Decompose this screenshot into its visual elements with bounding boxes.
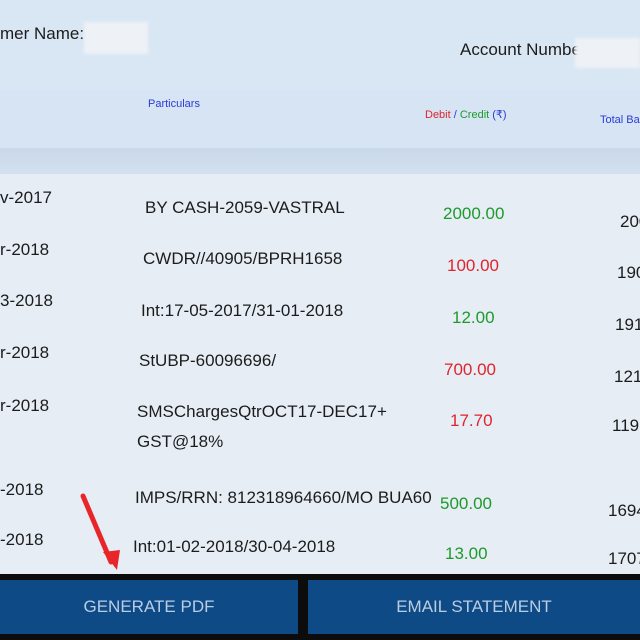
header-total-balance: Total Balan: [600, 114, 640, 126]
row-date: r-2018: [0, 343, 50, 362]
header-debit-credit: Debit / Credit (₹): [425, 108, 507, 121]
row-amount: 700.00: [444, 360, 496, 379]
row-amount: 500.00: [440, 494, 492, 513]
row-particulars: IMPS/RRN: 812318964660/MO BUA60: [135, 488, 432, 507]
row-date: -2018: [0, 480, 44, 499]
row-balance: 200: [620, 212, 640, 231]
row-particulars: Int:17-05-2017/31-01-2018: [141, 301, 344, 320]
row-date: r-2018: [0, 240, 50, 259]
row-amount: 17.70: [450, 411, 493, 430]
row-particulars: Int:01-02-2018/30-04-2018: [133, 537, 336, 556]
header-credit: Credit: [459, 109, 490, 121]
row-amount: 12.00: [452, 308, 495, 327]
red-arrow-annotation-icon: [80, 493, 120, 570]
header-particulars: Particulars: [148, 98, 200, 110]
row-balance: 1707: [608, 549, 640, 568]
row-date: r-2018: [0, 396, 50, 415]
row-amount: 2000.00: [443, 204, 505, 223]
row-balance: 1212: [614, 367, 640, 386]
row-date: -2018: [0, 530, 44, 549]
row-particulars: BY CASH-2059-VASTRAL: [145, 198, 345, 217]
row-balance: 1694: [608, 501, 640, 520]
row-date: v-2017: [0, 188, 52, 207]
row-particulars: CWDR//40905/BPRH1658: [143, 249, 343, 268]
statement-screen: mer Name: A Account Number: 2( Particula…: [0, 0, 640, 640]
column-header-row: Particulars Debit / Credit (₹) Total Bal…: [0, 90, 640, 149]
action-bar: GENERATE PDF EMAIL STATEMENT: [0, 574, 640, 640]
customer-name-redacted: [84, 22, 148, 54]
row-particulars-line2: GST@18%: [137, 432, 224, 451]
header-currency: (₹): [489, 109, 507, 121]
row-particulars: StUBP-60096696/: [139, 351, 277, 370]
row-balance: 1912: [615, 315, 640, 334]
row-amount: 100.00: [447, 256, 499, 275]
header-debit: Debit: [425, 109, 451, 121]
generate-pdf-button[interactable]: GENERATE PDF: [0, 580, 298, 634]
account-number-redacted: [575, 38, 640, 68]
row-amount: 13.00: [445, 544, 488, 563]
row-balance: 119: [612, 416, 640, 435]
row-particulars: SMSChargesQtrOCT17-DEC17+: [137, 402, 387, 421]
header-shadow: [0, 148, 640, 174]
row-balance: 190: [617, 263, 640, 282]
email-statement-button[interactable]: EMAIL STATEMENT: [308, 580, 640, 634]
account-info-bar: mer Name: A Account Number: 2(: [0, 0, 640, 90]
row-date: 3-2018: [0, 291, 53, 310]
header-slash: /: [450, 109, 460, 121]
